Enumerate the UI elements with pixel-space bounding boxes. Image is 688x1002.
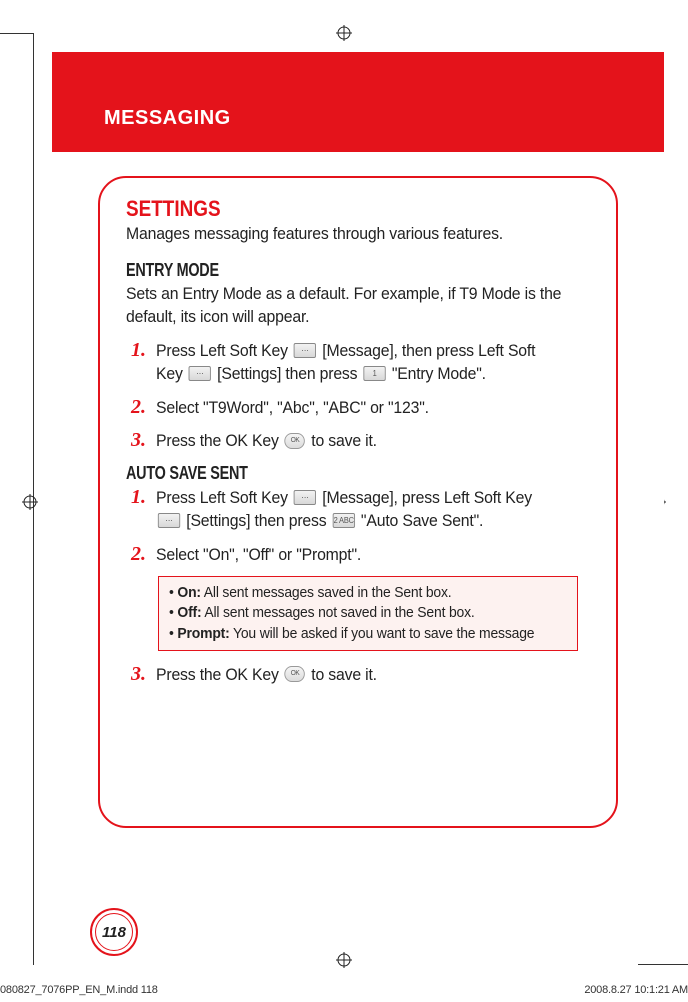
step-text: Press Left Soft Key ⋯ [Message], press L… [156, 486, 560, 533]
soft-key-icon: ⋯ [294, 490, 316, 505]
subsection-title-entry-mode: ENTRY MODE [126, 260, 497, 281]
subsection-title-auto-save: AUTO SAVE SENT [126, 463, 497, 484]
text: All sent messages not saved in the Sent … [201, 604, 474, 621]
content-box: SETTINGS Manages messaging features thro… [98, 176, 618, 828]
header-band: MESSAGING [52, 52, 664, 152]
note-line: • Prompt: You will be asked if you want … [169, 624, 569, 644]
ok-key-icon: OK [285, 666, 305, 682]
text: [Message], press Left Soft Key [318, 488, 532, 507]
footer-filename: 080827_7076PP_EN_M.indd 118 [0, 984, 158, 996]
footer-timestamp: 2008.8.27 10:1:21 AM [584, 984, 688, 996]
note-box: • On: All sent messages saved in the Sen… [158, 576, 578, 651]
text: Press Left Soft Key [156, 341, 292, 360]
step-number: 1 [126, 486, 146, 509]
list-item: 2 Select "On", "Off" or "Prompt". [126, 543, 590, 566]
page-title: MESSAGING [104, 107, 231, 130]
step-number: 3 [126, 663, 146, 686]
soft-key-icon: ⋯ [189, 366, 211, 381]
step-text: Press Left Soft Key ⋯ [Message], then pr… [156, 339, 560, 386]
registration-mark-icon [336, 952, 352, 968]
soft-key-icon: ⋯ [294, 343, 316, 358]
step-number: 1 [126, 339, 146, 362]
soft-key-icon: ⋯ [158, 513, 180, 528]
key-1-icon: 1 [363, 366, 385, 381]
list-item: 2 Select "T9Word", "Abc", "ABC" or "123"… [126, 396, 590, 419]
text: You will be asked if you want to save th… [230, 625, 535, 642]
label: Prompt: [177, 625, 229, 642]
step-number: 2 [126, 396, 146, 419]
text: Press Left Soft Key [156, 488, 292, 507]
page-number: 118 [95, 913, 133, 951]
label: On: [177, 584, 200, 601]
crop-mark [0, 33, 33, 34]
step-number: 2 [126, 543, 146, 566]
step-text: Press the OK Key OK to save it. [156, 663, 560, 686]
crop-mark [638, 964, 688, 965]
section-title-settings: SETTINGS [126, 196, 525, 222]
list-item: 3 Press the OK Key OK to save it. [126, 663, 590, 686]
note-line: • On: All sent messages saved in the Sen… [169, 583, 569, 603]
step-number: 3 [126, 429, 146, 452]
subsection-desc-entry-mode: Sets an Entry Mode as a default. For exa… [126, 283, 592, 329]
list-item: 1 Press Left Soft Key ⋯ [Message], then … [126, 339, 590, 386]
text: to save it. [307, 431, 377, 450]
note-line: • Off: All sent messages not saved in th… [169, 603, 569, 623]
section-desc-settings: Manages messaging features through vario… [126, 224, 558, 244]
text: "Auto Save Sent". [357, 511, 484, 530]
text: to save it. [307, 665, 377, 684]
text: All sent messages saved in the Sent box. [201, 584, 452, 601]
text: Press the OK Key [156, 431, 283, 450]
list-item: 1 Press Left Soft Key ⋯ [Message], press… [126, 486, 590, 533]
text: [Settings] then press [213, 364, 362, 383]
registration-mark-icon [22, 494, 38, 510]
text: [Settings] then press [182, 511, 331, 530]
label: Off: [177, 604, 201, 621]
list-item: 3 Press the OK Key OK to save it. [126, 429, 590, 452]
key-2-icon: 2 ABC [333, 513, 355, 528]
page: MESSAGING SETTINGS Manages messaging fea… [52, 52, 664, 938]
registration-mark-icon [336, 25, 352, 41]
page-number-badge: 118 [90, 908, 138, 956]
step-text: Select "On", "Off" or "Prompt". [156, 543, 560, 566]
text: Press the OK Key [156, 665, 283, 684]
step-text: Press the OK Key OK to save it. [156, 429, 560, 452]
text: "Entry Mode". [388, 364, 486, 383]
ok-key-icon: OK [285, 433, 305, 449]
step-text: Select "T9Word", "Abc", "ABC" or "123". [156, 396, 560, 419]
